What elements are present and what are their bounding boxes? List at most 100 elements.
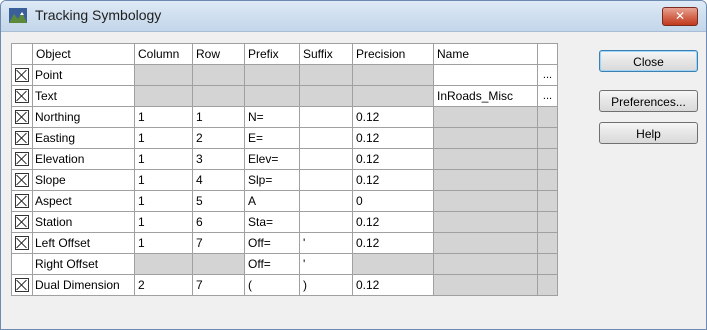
cell-suffix[interactable]: ' <box>299 253 353 275</box>
cell-column[interactable]: 1 <box>134 127 193 149</box>
checkbox-checked-icon[interactable] <box>15 173 29 188</box>
checkbox-checked-icon[interactable] <box>15 278 29 293</box>
cell-row[interactable]: 3 <box>192 148 245 170</box>
cell-suffix[interactable]: ' <box>299 232 353 254</box>
cell-precision <box>352 253 434 275</box>
close-window-icon[interactable]: ✕ <box>662 7 698 26</box>
cell-prefix[interactable]: A <box>244 190 300 212</box>
preferences-button[interactable]: Preferences... <box>599 90 698 112</box>
row-checkbox-cell[interactable] <box>11 169 33 191</box>
table-row[interactable]: Elevation 1 3 Elev= 0.12 <box>11 148 558 170</box>
browse-ellipsis-cell <box>537 253 558 275</box>
row-checkbox-cell[interactable] <box>11 232 33 254</box>
app-icon <box>9 8 27 23</box>
row-checkbox-cell[interactable] <box>11 148 33 170</box>
table-row[interactable]: Text InRoads_Misc... <box>11 85 558 107</box>
cell-column[interactable]: 1 <box>134 169 193 191</box>
browse-ellipsis-cell <box>537 274 558 296</box>
table-row[interactable]: Left Offset 1 7 Off= ' 0.12 <box>11 232 558 254</box>
row-checkbox-cell[interactable] <box>11 253 33 275</box>
table-row[interactable]: Slope 1 4 Slp= 0.12 <box>11 169 558 191</box>
row-checkbox-cell[interactable] <box>11 106 33 128</box>
cell-prefix[interactable]: Sta= <box>244 211 300 233</box>
cell-row[interactable]: 1 <box>192 106 245 128</box>
cell-precision[interactable]: 0.12 <box>352 232 434 254</box>
cell-suffix[interactable] <box>299 148 353 170</box>
row-checkbox-cell[interactable] <box>11 211 33 233</box>
cell-row[interactable]: 7 <box>192 232 245 254</box>
browse-ellipsis-cell[interactable]: ... <box>537 64 558 86</box>
table-row[interactable]: Station 1 6 Sta= 0.12 <box>11 211 558 233</box>
cell-suffix[interactable] <box>299 127 353 149</box>
cell-prefix[interactable]: Elev= <box>244 148 300 170</box>
cell-object: Easting <box>32 127 135 149</box>
cell-suffix[interactable] <box>299 211 353 233</box>
cell-suffix[interactable]: ) <box>299 274 353 296</box>
table-row[interactable]: Aspect 1 5 A 0 <box>11 190 558 212</box>
table-row[interactable]: Right Offset Off= ' <box>11 253 558 275</box>
cell-prefix <box>244 64 300 86</box>
row-checkbox-cell[interactable] <box>11 85 33 107</box>
cell-column[interactable]: 1 <box>134 232 193 254</box>
checkbox-checked-icon[interactable] <box>15 194 29 209</box>
cell-prefix[interactable]: Off= <box>244 253 300 275</box>
browse-ellipsis-cell[interactable]: ... <box>537 85 558 107</box>
cell-column[interactable]: 2 <box>134 274 193 296</box>
cell-precision[interactable]: 0.12 <box>352 148 434 170</box>
cell-row <box>192 64 245 86</box>
cell-column[interactable]: 1 <box>134 148 193 170</box>
cell-precision[interactable]: 0 <box>352 190 434 212</box>
browse-ellipsis-cell <box>537 190 558 212</box>
cell-prefix[interactable]: ( <box>244 274 300 296</box>
cell-column[interactable]: 1 <box>134 211 193 233</box>
cell-row[interactable]: 5 <box>192 190 245 212</box>
cell-column[interactable]: 1 <box>134 106 193 128</box>
row-checkbox-cell[interactable] <box>11 64 33 86</box>
cell-prefix[interactable]: Off= <box>244 232 300 254</box>
cell-column[interactable]: 1 <box>134 190 193 212</box>
table-row[interactable]: Dual Dimension 2 7() 0.12 <box>11 274 558 296</box>
cell-suffix <box>299 64 353 86</box>
table-row[interactable]: Northing 1 1 N= 0.12 <box>11 106 558 128</box>
cell-suffix[interactable] <box>299 169 353 191</box>
cell-row[interactable]: 6 <box>192 211 245 233</box>
checkbox-checked-icon[interactable] <box>15 89 29 104</box>
header-check <box>11 43 33 65</box>
checkbox-checked-icon[interactable] <box>15 236 29 251</box>
dialog-body: Object Column Row Prefix Suffix Precisio… <box>7 32 700 323</box>
checkbox-checked-icon[interactable] <box>15 152 29 167</box>
browse-ellipsis-cell <box>537 106 558 128</box>
cell-precision[interactable]: 0.12 <box>352 127 434 149</box>
checkbox-checked-icon[interactable] <box>15 131 29 146</box>
row-checkbox-cell[interactable] <box>11 274 33 296</box>
cell-prefix[interactable]: N= <box>244 106 300 128</box>
table-row[interactable]: Point... <box>11 64 558 86</box>
cell-row[interactable]: 7 <box>192 274 245 296</box>
cell-name[interactable]: InRoads_Misc <box>433 85 538 107</box>
help-button[interactable]: Help <box>599 122 698 144</box>
cell-suffix[interactable] <box>299 190 353 212</box>
table-row[interactable]: Easting 1 2 E= 0.12 <box>11 127 558 149</box>
cell-row[interactable]: 2 <box>192 127 245 149</box>
grid-header-row: Object Column Row Prefix Suffix Precisio… <box>11 43 558 65</box>
close-button[interactable]: Close <box>599 50 698 72</box>
cell-prefix[interactable]: E= <box>244 127 300 149</box>
cell-precision[interactable]: 0.12 <box>352 106 434 128</box>
header-object: Object <box>32 43 135 65</box>
tracking-symbology-dialog: Tracking Symbology ✕ Object Column Row P… <box>0 0 707 330</box>
cell-precision[interactable]: 0.12 <box>352 169 434 191</box>
cell-precision[interactable]: 0.12 <box>352 274 434 296</box>
checkbox-checked-icon[interactable] <box>15 215 29 230</box>
cell-object: Text <box>32 85 135 107</box>
checkbox-checked-icon[interactable] <box>15 68 29 83</box>
cell-object: Elevation <box>32 148 135 170</box>
cell-precision[interactable]: 0.12 <box>352 211 434 233</box>
cell-prefix[interactable]: Slp= <box>244 169 300 191</box>
cell-suffix[interactable] <box>299 106 353 128</box>
cell-row[interactable]: 4 <box>192 169 245 191</box>
row-checkbox-cell[interactable] <box>11 190 33 212</box>
checkbox-checked-icon[interactable] <box>15 110 29 125</box>
cell-name[interactable] <box>433 64 538 86</box>
title-bar[interactable]: Tracking Symbology ✕ <box>1 1 706 32</box>
row-checkbox-cell[interactable] <box>11 127 33 149</box>
